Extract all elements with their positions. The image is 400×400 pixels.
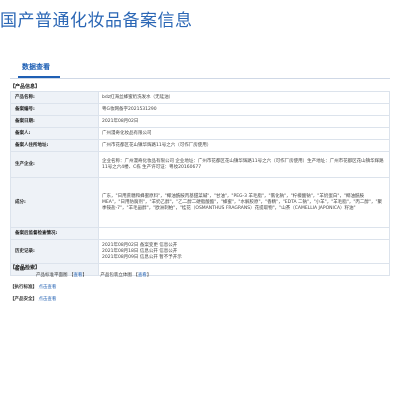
executive-standard-link[interactable]: 点击查看 [38,285,56,290]
tab-active-indicator [18,76,60,78]
table-row: 备案人住所地址: 广州市花都区花山镇华辉路11号之六（可作厂房使用） [10,139,390,152]
table-row: 备案日期: 2021年08月02日 [10,115,390,128]
plan-view-label: 产品标准平面图 [36,273,68,278]
product-safety-link[interactable]: 点击查看 [38,297,56,302]
tab-data-view[interactable]: 数据查看 [22,62,50,72]
product-check-row: 产品标准平面图 【查看】 产品包装立体图 【查看】 [36,273,152,278]
row-label: 备案后监督检查情况: [10,227,99,240]
product-info-section-title: 【产品信息】 [10,84,41,90]
row-label: 成分: [10,177,99,228]
executive-standard-row: 【执行标准】 点击查看 [10,284,56,290]
row-label: 生产企业: [10,151,99,178]
page-title: 国产普通化妆品备案信息 [0,11,193,31]
row-value [98,227,390,240]
row-label: 备案人: [10,127,99,140]
table-row: 产品名称: bdz红海丝蜂蜜奶洗发水（无硅油） [10,91,390,104]
table-row: 备案编号: 粤G妆网备字2021531290 [10,103,390,116]
table-row: 备案人: 广州漫奇化妆品有限公司 [10,127,390,140]
row-value: 广东，"日用蔗糖和蜂蜜原料"，"椰油酰胺丙基甜菜碱"，"甘油"，"PEG-3 羊… [98,177,390,228]
package-view-label: 产品包装立体图 [100,273,132,278]
table-row: 备案后监督检查情况: [10,227,390,240]
product-check-section-title: 【产品检索】 [10,265,41,271]
row-label: 产品名称: [10,91,99,104]
tab-strip: 数据查看 [10,60,390,79]
view-package-link[interactable]: 查看 [138,273,147,278]
row-value: 企业名称：广州漫奇化妆品有限公司 企业地址：广州市花都区花山镇华辉路11号之六（… [98,151,390,178]
row-value: 粤G妆网备字2021531290 [98,103,390,116]
executive-standard-title: 【执行标准】 [10,285,37,290]
product-info-table: 产品名称: bdz红海丝蜂蜜奶洗发水（无硅油） 备案编号: 粤G妆网备字2021… [10,91,390,276]
row-value: 广州市花都区花山镇华辉路11号之六（可作厂房使用） [98,139,390,152]
row-value: 2021年08月02日 [98,115,390,128]
product-safety-row: 【产品安全】 点击查看 [10,296,56,302]
row-value: 广州漫奇化妆品有限公司 [98,127,390,140]
row-label: 备案编号: [10,103,99,116]
row-label: 备案日期: [10,115,99,128]
row-label: 历史记录: [10,239,99,264]
table-row: 历史记录: 2021年08月02日 备案变更 信息公开 2021年08月18日 … [10,239,390,264]
row-value: 2021年08月02日 备案变更 信息公开 2021年08月18日 信息公开 信… [98,239,390,264]
row-value: bdz红海丝蜂蜜奶洗发水（无硅油） [98,91,390,104]
table-row: 成分: 广东，"日用蔗糖和蜂蜜原料"，"椰油酰胺丙基甜菜碱"，"甘油"，"PEG… [10,177,390,228]
table-row: 生产企业: 企业名称：广州漫奇化妆品有限公司 企业地址：广州市花都区花山镇华辉路… [10,151,390,178]
product-safety-title: 【产品安全】 [10,297,37,302]
title-bar: 国产普通化妆品备案信息 [0,0,400,40]
row-label: 备案人住所地址: [10,139,99,152]
